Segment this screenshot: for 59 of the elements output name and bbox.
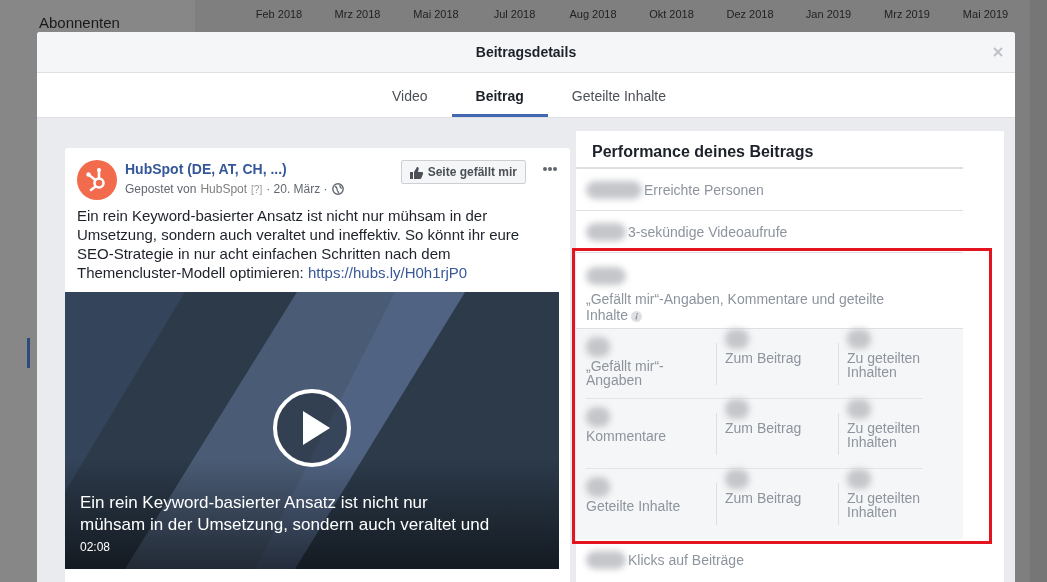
thumbs-up-icon [409, 165, 423, 179]
globe-icon [331, 183, 344, 195]
axis-label: Mrz 2019 [883, 8, 931, 22]
blurred-value [586, 222, 626, 241]
like-page-button[interactable]: Seite gefällt mir [400, 160, 526, 184]
breakdown-label: Zu geteilten Inhalten [847, 421, 922, 449]
blurred-value [725, 329, 749, 349]
blurred-value [725, 469, 749, 489]
blurred-value [586, 337, 610, 357]
link[interactable]: https://hubs.ly/H0h1rjP0 [307, 264, 468, 281]
video-caption: Ein rein Keyword-basierter Ansatz ist nicht nur [80, 492, 429, 514]
breakdown-label: Zu geteilten Inhalten [847, 491, 922, 519]
breakdown-label: Zum Beitrag [725, 351, 803, 365]
video-caption: mühsam in der Umsetzung, sondern auch veraltet und [80, 514, 491, 536]
post-text: Ein rein Keyword-basierter Ansatz ist nicht nur mühsam in der Umsetzung, sondern auch veraltet und ineffektiv. So könnt ihr eure SEO-Strategie in nur acht einfachen Schritten nach dem Themencluster-Modell optimieren: https://hubs.ly/H0h1rjP0 [76, 206, 521, 282]
selection-indicator [27, 338, 30, 368]
author-link[interactable]: HubSpot [200, 182, 248, 196]
breakdown-label: Zu geteilten Inhalten [847, 351, 922, 379]
blurred-value [847, 469, 871, 489]
sidebar-item[interactable]: Abonnenten [39, 14, 195, 31]
logo-icon [77, 160, 117, 200]
tab[interactable]: Video [368, 73, 452, 117]
page-name-link[interactable]: HubSpot (DE, AT, CH, ...) [125, 161, 393, 179]
breakdown-label: Zum Beitrag [725, 491, 803, 505]
blurred-value [586, 267, 626, 285]
tab[interactable]: Geteilte Inhalte [547, 73, 690, 117]
metric-label: „Gefällt mir“-Angaben, Kommentare und geteilte Inhalte [586, 291, 886, 323]
tab[interactable]: Beitrag [451, 73, 548, 117]
metric-label: Erreichte Personen [644, 181, 764, 198]
axis-label: Mai 2018 [412, 8, 460, 22]
posted-by-label: Gepostet von [125, 182, 197, 196]
video-duration: 02:08 [80, 540, 111, 554]
info-icon [631, 310, 643, 322]
axis-label: Aug 2018 [568, 8, 618, 22]
blurred-value [586, 477, 610, 497]
more-icon[interactable] [542, 166, 558, 172]
axis-label: Jan 2019 [804, 8, 853, 22]
axis-label: Okt 2018 [648, 8, 695, 22]
axis-label: Mai 2019 [961, 8, 1010, 22]
breakdown-label: Zum Beitrag [725, 421, 803, 435]
axis-label: Feb 2018 [254, 8, 304, 22]
axis-label: Jul 2018 [492, 8, 537, 22]
metric-label: 3-sekündige Videoaufrufe [628, 223, 788, 240]
blurred-value [847, 399, 871, 419]
blurred-value [586, 407, 610, 427]
axis-label: Dez 2018 [725, 8, 775, 22]
breakdown-label: „Gefällt mir“-Angaben [586, 359, 665, 387]
breakdown-label: Geteilte Inhalte [586, 499, 682, 513]
breakdown-label: Kommentare [586, 429, 668, 443]
blurred-value [586, 551, 626, 569]
panel-title: Performance deines Beitrags [576, 131, 963, 169]
play-icon[interactable] [272, 388, 352, 468]
metric-label: Klicks auf Beiträge [628, 552, 744, 568]
blurred-value [586, 180, 642, 199]
axis-label: Mrz 2018 [333, 8, 382, 22]
blurred-value [847, 329, 871, 349]
post-date: · 20. März · [266, 182, 328, 196]
dialog-title: Beitragsdetails [475, 44, 577, 60]
blurred-value [725, 399, 749, 419]
